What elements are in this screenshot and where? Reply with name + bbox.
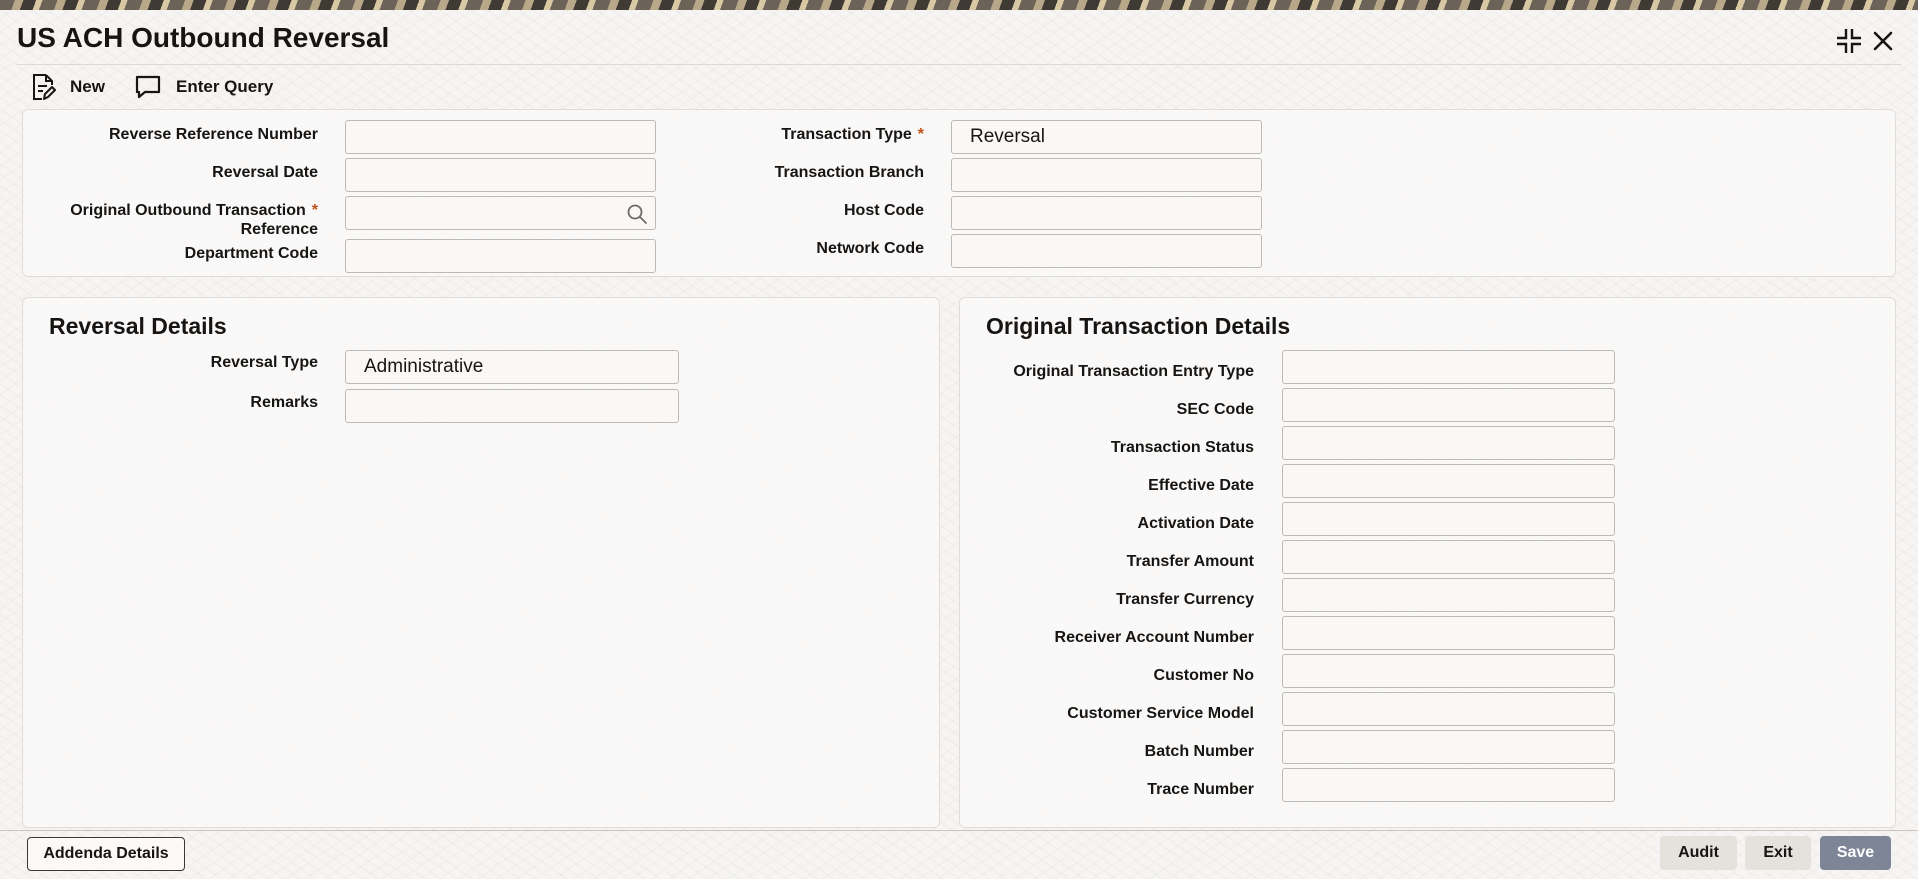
original-txn-field-input[interactable]	[1282, 654, 1615, 688]
original-txn-field-input[interactable]	[1282, 388, 1615, 422]
enter-query-button-label: Enter Query	[176, 77, 274, 96]
original-txn-field-label: Effective Date	[1148, 477, 1254, 494]
required-asterisk: *	[311, 202, 318, 219]
document-edit-icon	[33, 74, 56, 100]
original-txn-field-label: Receiver Account Number	[1054, 629, 1254, 646]
page-title: US ACH Outbound Reversal	[17, 22, 390, 53]
transaction-branch-label: Transaction Branch	[774, 164, 924, 181]
original-txn-field-label: Trace Number	[1147, 781, 1254, 798]
reversal-details-title: Reversal Details	[49, 313, 227, 339]
original-txn-field-input[interactable]	[1282, 464, 1615, 498]
original-transaction-details-title: Original Transaction Details	[986, 313, 1291, 339]
close-icon	[1873, 31, 1893, 51]
original-txn-field-label: Batch Number	[1144, 743, 1254, 760]
remarks-input[interactable]	[345, 389, 679, 423]
original-txn-field-input[interactable]	[1282, 768, 1615, 802]
reversal-type-input[interactable]	[345, 350, 679, 384]
speech-bubble-icon	[135, 75, 161, 99]
collapse-button[interactable]	[1832, 24, 1866, 58]
save-button[interactable]: Save	[1820, 836, 1891, 870]
enter-query-button[interactable]: Enter Query	[134, 72, 273, 102]
title-divider	[17, 64, 1901, 65]
transaction-type-label: Transaction Type *	[700, 125, 924, 144]
new-button-label: New	[70, 77, 105, 96]
transaction-type-label-text: Transaction Type	[781, 126, 912, 143]
original-txn-field-label: Transfer Amount	[1126, 553, 1254, 570]
original-txn-field-input[interactable]	[1282, 426, 1615, 460]
network-code-label: Network Code	[816, 240, 924, 257]
original-txn-field-input[interactable]	[1282, 578, 1615, 612]
host-code-label: Host Code	[844, 202, 924, 219]
reverse-reference-number-input[interactable]	[345, 120, 656, 154]
footer-divider	[0, 830, 1918, 831]
original-txn-field-label: Customer No	[1153, 667, 1254, 684]
original-txn-field-input[interactable]	[1282, 692, 1615, 726]
exit-button[interactable]: Exit	[1745, 836, 1811, 870]
reversal-type-label: Reversal Type	[210, 354, 318, 371]
reversal-date-input[interactable]	[345, 158, 656, 192]
original-txn-field-input[interactable]	[1282, 730, 1615, 764]
original-txn-field-label: Transfer Currency	[1116, 591, 1254, 608]
reverse-reference-number-label: Reverse Reference Number	[109, 126, 318, 143]
original-txn-field-label: Original Transaction Entry Type	[1013, 363, 1254, 380]
reversal-date-label: Reversal Date	[212, 164, 318, 181]
original-txn-field-input[interactable]	[1282, 616, 1615, 650]
transaction-type-input[interactable]	[951, 120, 1262, 154]
audit-button[interactable]: Audit	[1660, 836, 1737, 870]
original-txn-field-input[interactable]	[1282, 502, 1615, 536]
close-button[interactable]	[1866, 24, 1900, 58]
app-background-strip	[0, 0, 1918, 10]
transaction-branch-input[interactable]	[951, 158, 1262, 192]
search-icon[interactable]	[626, 203, 648, 225]
original-outbound-txn-ref-label: Original Outbound Transaction * Reference	[20, 201, 318, 239]
original-txn-field-label: Transaction Status	[1110, 439, 1254, 456]
original-outbound-txn-ref-input[interactable]	[345, 196, 656, 230]
required-asterisk: *	[917, 126, 924, 143]
original-outbound-txn-ref-label-line2: Reference	[240, 221, 318, 238]
department-code-label: Department Code	[184, 245, 318, 262]
remarks-label: Remarks	[250, 394, 318, 411]
host-code-input[interactable]	[951, 196, 1262, 230]
original-txn-field-label: Customer Service Model	[1067, 705, 1254, 722]
network-code-input[interactable]	[951, 234, 1262, 268]
original-txn-field-label: Activation Date	[1137, 515, 1254, 532]
original-outbound-txn-ref-label-line1: Original Outbound Transaction	[70, 202, 306, 219]
original-txn-field-label: SEC Code	[1176, 401, 1254, 418]
original-txn-field-input[interactable]	[1282, 540, 1615, 574]
original-txn-field-input[interactable]	[1282, 350, 1615, 384]
new-button[interactable]: New	[30, 72, 105, 102]
department-code-input[interactable]	[345, 239, 656, 273]
addenda-details-button[interactable]: Addenda Details	[27, 837, 185, 871]
collapse-icon	[1837, 29, 1861, 53]
form-window: US ACH Outbound Reversal New Enter Query…	[0, 10, 1918, 879]
